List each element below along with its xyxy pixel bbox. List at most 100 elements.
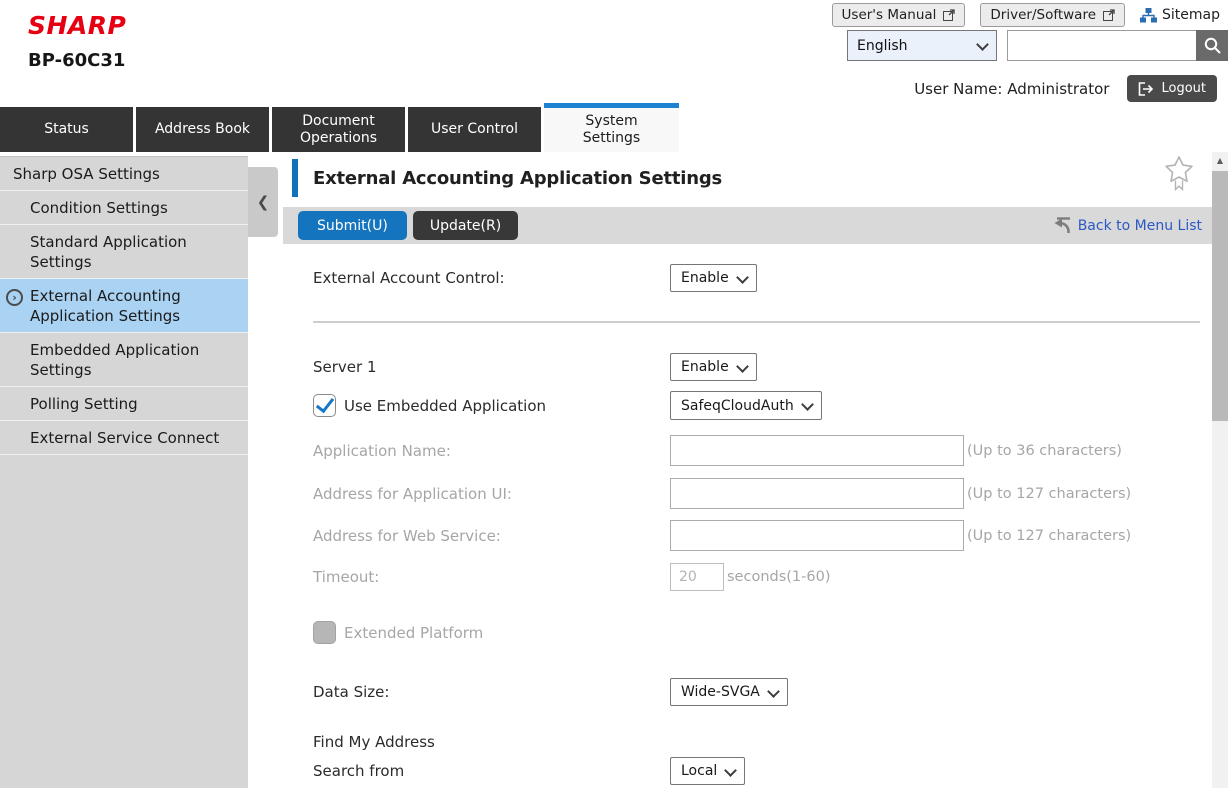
driver-software-button[interactable]: Driver/Software [980, 3, 1125, 27]
address-web-service-hint: (Up to 127 characters) [967, 528, 1131, 544]
embedded-application-value: SafeqCloudAuth [681, 398, 794, 414]
sidebar-item-label: Standard Application Settings [30, 233, 187, 271]
sidebar-item-external-accounting-application-settings[interactable]: › External Accounting Application Settin… [0, 279, 248, 333]
server1-value: Enable [681, 359, 729, 375]
header-user-row: User Name: Administrator Logout [914, 75, 1217, 102]
sidebar-item-label: Embedded Application Settings [30, 341, 199, 379]
tab-system-settings-label: System Settings [562, 113, 662, 147]
sidebar-item-label: Sharp OSA Settings [13, 165, 160, 183]
chevron-down-icon [767, 685, 780, 698]
application-name-hint: (Up to 36 characters) [967, 443, 1122, 459]
search-from-value: Local [681, 763, 717, 779]
chevron-down-icon [736, 271, 749, 284]
search-button[interactable] [1196, 30, 1228, 61]
section-divider [313, 321, 1200, 323]
server1-select[interactable]: Enable [670, 353, 757, 381]
sitemap-label: Sitemap [1162, 7, 1220, 23]
embedded-application-select[interactable]: SafeqCloudAuth [670, 391, 822, 420]
external-account-control-select[interactable]: Enable [670, 264, 757, 292]
sidebar-item-label: External Service Connect [30, 429, 219, 447]
tab-address-book-label: Address Book [155, 121, 250, 138]
tab-user-control[interactable]: User Control [408, 107, 541, 152]
user-name-text: User Name: Administrator [914, 80, 1109, 98]
sharp-logo: SHARP [28, 11, 126, 40]
search-input[interactable] [1007, 30, 1196, 61]
server1-label: Server 1 [313, 358, 670, 376]
application-name-input[interactable] [670, 435, 964, 466]
sidebar-item-condition-settings[interactable]: Condition Settings [0, 191, 248, 225]
address-application-ui-label: Address for Application UI: [313, 485, 670, 503]
favorite-button[interactable] [1162, 154, 1196, 196]
chevron-down-icon [976, 38, 989, 51]
sitemap-icon [1140, 8, 1157, 23]
chevron-down-icon [801, 398, 814, 411]
page-title-row: External Accounting Application Settings [283, 152, 1212, 207]
tab-status[interactable]: Status [0, 107, 133, 152]
scroll-up-button[interactable]: ▲ [1212, 152, 1228, 169]
sidebar-item-external-service-connect[interactable]: External Service Connect [0, 421, 248, 455]
logout-label: Logout [1161, 81, 1206, 96]
address-application-ui-input[interactable] [670, 478, 964, 509]
application-name-row: Application Name: (Up to 36 characters) [313, 435, 1212, 466]
use-embedded-application-row: Use Embedded Application SafeqCloudAuth [313, 391, 1212, 420]
external-link-icon [943, 9, 955, 21]
collapse-chevron-icon: ❮ [257, 193, 270, 211]
data-size-select[interactable]: Wide-SVGA [670, 678, 788, 706]
use-embedded-application-checkbox[interactable] [313, 394, 336, 417]
back-arrow-icon [1054, 217, 1072, 234]
search-from-select[interactable]: Local [670, 757, 745, 785]
users-manual-label: User's Manual [842, 7, 937, 23]
action-toolbar: Submit(U) Update(R) Back to Menu List [283, 207, 1212, 244]
sharp-web-admin-page: SHARP BP-60C31 User's Manual Driver/Soft… [0, 0, 1228, 788]
tab-document-operations[interactable]: Document Operations [272, 107, 405, 152]
sidebar-item-standard-application-settings[interactable]: Standard Application Settings [0, 225, 248, 279]
logout-button[interactable]: Logout [1127, 75, 1217, 102]
back-to-menu-label: Back to Menu List [1078, 218, 1202, 234]
sidebar-item-sharp-osa-settings[interactable]: Sharp OSA Settings [0, 157, 248, 191]
external-link-icon [1103, 9, 1115, 21]
settings-sidebar: Sharp OSA Settings Condition Settings St… [0, 156, 248, 788]
tab-address-book[interactable]: Address Book [136, 107, 269, 152]
users-manual-button[interactable]: User's Manual [832, 3, 966, 27]
scrollbar-thumb[interactable] [1212, 171, 1228, 421]
search-group [1007, 30, 1228, 61]
external-account-control-value: Enable [681, 270, 729, 286]
vertical-scrollbar: ▲ [1212, 152, 1228, 788]
settings-form: External Account Control: Enable Server … [283, 264, 1212, 785]
language-value: English [857, 38, 908, 54]
extended-platform-row: Extended Platform [313, 621, 1212, 644]
chevron-down-icon [736, 360, 749, 373]
sidebar-item-polling-setting[interactable]: Polling Setting [0, 387, 248, 421]
sidebar-item-label: External Accounting Application Settings [30, 287, 181, 325]
tab-system-settings[interactable]: System Settings [544, 103, 679, 152]
data-size-label: Data Size: [313, 683, 670, 701]
data-size-value: Wide-SVGA [681, 684, 760, 700]
sitemap-link[interactable]: Sitemap [1140, 7, 1220, 23]
header-links-row: User's Manual Driver/Software [832, 3, 1220, 27]
back-to-menu-link[interactable]: Back to Menu List [1054, 217, 1202, 234]
external-account-control-label: External Account Control: [313, 269, 670, 287]
address-web-service-row: Address for Web Service: (Up to 127 char… [313, 520, 1212, 551]
find-my-address-label: Find My Address [313, 733, 670, 751]
update-button[interactable]: Update(R) [413, 211, 518, 240]
find-my-address-row: Find My Address [313, 733, 1212, 751]
chevron-down-icon [724, 764, 737, 777]
external-account-control-row: External Account Control: Enable [313, 264, 1212, 292]
search-from-label: Search from [313, 762, 670, 780]
address-web-service-input[interactable] [670, 520, 964, 551]
timeout-input[interactable] [670, 563, 724, 591]
sidebar-item-embedded-application-settings[interactable]: Embedded Application Settings [0, 333, 248, 387]
sidebar-collapse-button[interactable]: ❮ [248, 167, 278, 237]
sidebar-item-label: Condition Settings [30, 199, 168, 217]
extended-platform-checkbox[interactable] [313, 621, 336, 644]
selected-item-arrow-icon: › [6, 289, 23, 306]
search-icon [1203, 36, 1222, 55]
main-tab-bar: Status Address Book Document Operations … [0, 103, 1228, 152]
submit-button[interactable]: Submit(U) [298, 211, 407, 240]
logout-icon [1138, 82, 1154, 96]
address-application-ui-row: Address for Application UI: (Up to 127 c… [313, 478, 1212, 509]
language-select[interactable]: English [847, 30, 997, 61]
timeout-hint: seconds(1-60) [727, 569, 831, 585]
tab-document-operations-label: Document Operations [289, 113, 389, 147]
sidebar-item-label: Polling Setting [30, 395, 138, 413]
